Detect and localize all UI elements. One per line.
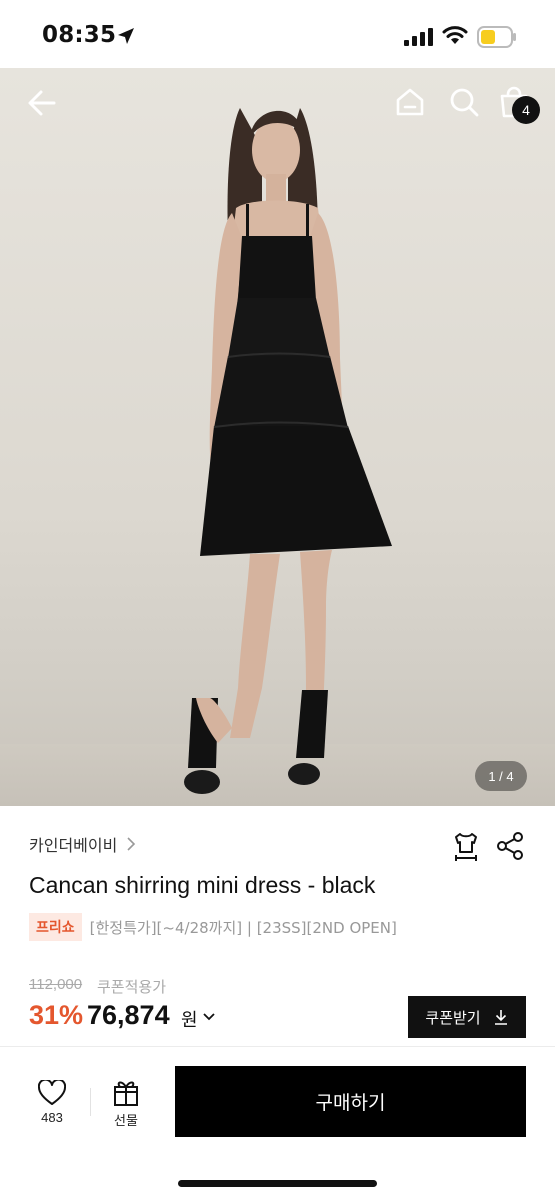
coupon-button-label: 쿠폰받기 xyxy=(425,1008,481,1027)
home-indicator xyxy=(178,1180,377,1187)
original-price: 112,000 xyxy=(29,976,83,993)
coupon-applied-label: 쿠폰적용가 xyxy=(97,978,167,996)
product-image-carousel[interactable]: 4 1 / 4 xyxy=(0,68,555,806)
share-icon[interactable] xyxy=(495,830,525,862)
back-arrow-icon[interactable] xyxy=(26,86,60,120)
preshow-badge: 프리쇼 xyxy=(29,913,82,941)
brand-link[interactable]: 카인더베이비 xyxy=(29,832,137,856)
size-chart-icon[interactable] xyxy=(450,830,482,862)
status-time: 08:35 xyxy=(42,22,117,48)
product-tags: 프리쇼 [한정특가][~4/28까지] | [23SS][2ND OPEN] xyxy=(29,913,397,941)
battery-low-icon xyxy=(477,26,516,48)
gift-label: 선물 xyxy=(114,1114,138,1129)
wifi-icon xyxy=(442,26,468,44)
price-unit: 원 xyxy=(181,1010,198,1031)
vertical-separator xyxy=(90,1088,91,1116)
home-icon[interactable] xyxy=(394,86,426,118)
status-bar: 08:35 xyxy=(0,0,555,68)
discount-rate: 31% xyxy=(29,1000,84,1030)
search-icon[interactable] xyxy=(448,86,480,118)
section-divider xyxy=(0,1046,555,1047)
gift-icon[interactable] xyxy=(112,1078,140,1106)
promo-tags: [한정특가][~4/28까지] | [23SS][2ND OPEN] xyxy=(89,918,397,937)
download-icon xyxy=(494,1010,507,1025)
location-arrow-icon xyxy=(118,28,134,44)
product-photo xyxy=(184,108,392,794)
product-title: Cancan shirring mini dress - black xyxy=(29,872,376,898)
brand-name: 카인더베이비 xyxy=(29,836,118,855)
image-page-indicator: 1 / 4 xyxy=(475,761,527,791)
chevron-right-icon xyxy=(127,837,136,851)
like-count: 483 xyxy=(41,1110,63,1125)
buy-button[interactable]: 구매하기 xyxy=(175,1066,526,1137)
cart-count-badge: 4 xyxy=(512,96,540,124)
cellular-signal-icon xyxy=(404,28,433,46)
get-coupon-button[interactable]: 쿠폰받기 xyxy=(408,996,526,1038)
chevron-down-icon[interactable] xyxy=(202,1011,216,1023)
current-price: 76,874 xyxy=(87,1000,170,1030)
heart-icon xyxy=(37,1078,67,1105)
